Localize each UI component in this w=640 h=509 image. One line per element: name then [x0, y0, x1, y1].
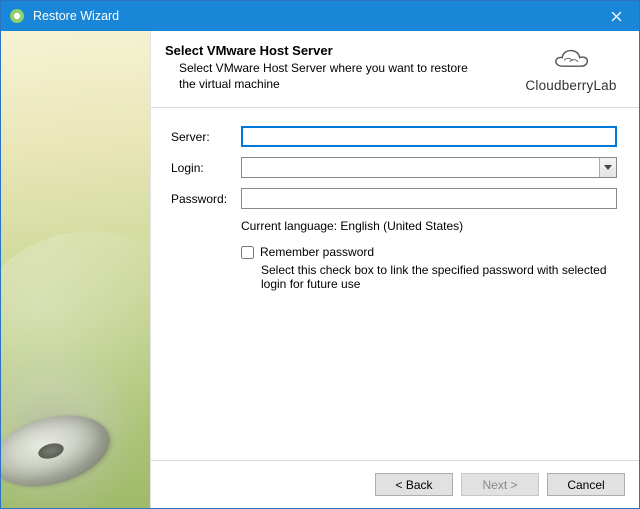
remember-row: Remember password — [241, 245, 617, 259]
titlebar: Restore Wizard — [1, 1, 639, 31]
close-button[interactable] — [594, 1, 639, 31]
login-input[interactable] — [241, 157, 617, 178]
cloud-icon — [548, 43, 594, 75]
remember-checkbox[interactable] — [241, 246, 254, 259]
current-language: Current language: English (United States… — [241, 219, 617, 233]
login-dropdown-button[interactable] — [599, 158, 616, 177]
wizard-sidebar-graphic — [1, 31, 151, 508]
login-combobox[interactable] — [241, 157, 617, 178]
remember-label: Remember password — [260, 245, 374, 259]
window-title: Restore Wizard — [33, 9, 594, 23]
brand-name: CloudberryLab — [517, 78, 625, 93]
page-title: Select VMware Host Server — [165, 43, 517, 58]
login-label: Login: — [171, 161, 241, 175]
wizard-header: Select VMware Host Server Select VMware … — [151, 31, 639, 108]
server-row: Server: — [171, 126, 617, 147]
close-icon — [611, 11, 622, 22]
page-subtitle: Select VMware Host Server where you want… — [165, 60, 475, 92]
wizard-footer: < Back Next > Cancel — [151, 460, 639, 508]
app-icon — [9, 8, 25, 24]
chevron-down-icon — [604, 165, 612, 171]
back-button[interactable]: < Back — [375, 473, 453, 496]
brand-block: CloudberryLab — [517, 43, 625, 93]
form-area: Server: Login: Password: — [151, 108, 639, 301]
remember-hint: Select this check box to link the specif… — [261, 263, 617, 291]
server-input[interactable] — [241, 126, 617, 147]
server-label: Server: — [171, 130, 241, 144]
password-label: Password: — [171, 192, 241, 206]
restore-wizard-window: Restore Wizard Select VMware Host Server… — [0, 0, 640, 509]
next-button[interactable]: Next > — [461, 473, 539, 496]
header-text: Select VMware Host Server Select VMware … — [165, 43, 517, 92]
login-row: Login: — [171, 157, 617, 178]
wizard-body: Select VMware Host Server Select VMware … — [1, 31, 639, 508]
wizard-main: Select VMware Host Server Select VMware … — [151, 31, 639, 508]
cancel-button[interactable]: Cancel — [547, 473, 625, 496]
password-input[interactable] — [241, 188, 617, 209]
password-row: Password: — [171, 188, 617, 209]
